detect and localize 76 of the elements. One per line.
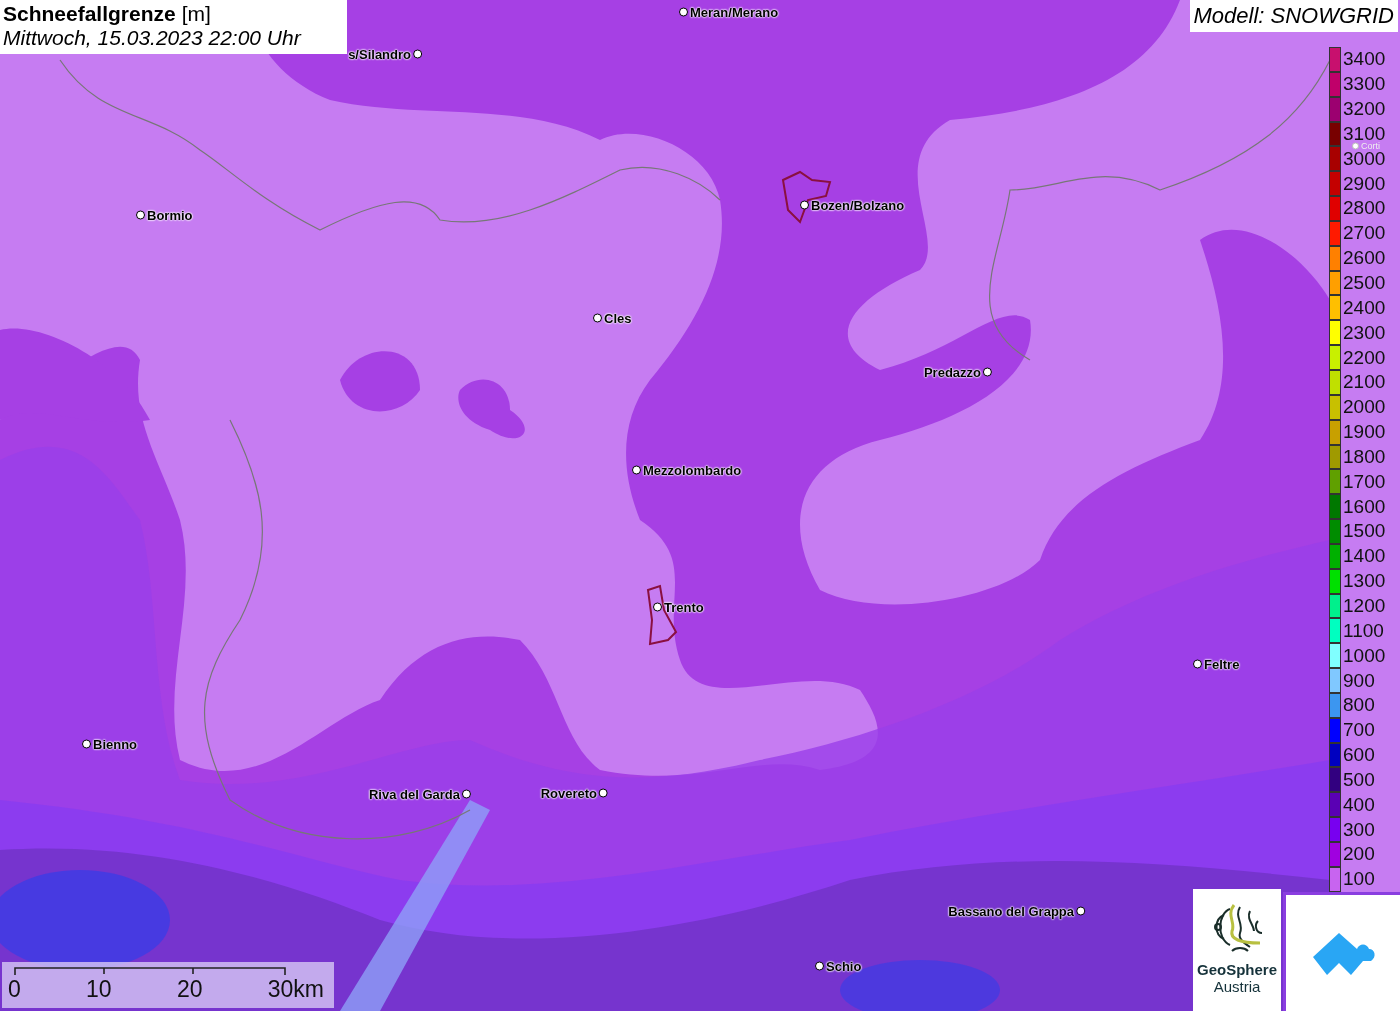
legend-label: 3300 — [1342, 77, 1386, 92]
location-dot-icon — [1193, 659, 1202, 669]
legend-label: 1600 — [1342, 499, 1386, 514]
scale-label: 10 — [86, 975, 112, 1003]
place-label: Corti — [1361, 141, 1380, 151]
logo-subtitle: Austria — [1213, 978, 1261, 995]
place-label: Schio — [826, 958, 862, 974]
location-dot-icon — [653, 602, 662, 612]
place-label: Cles — [604, 310, 632, 326]
legend-label: 1900 — [1342, 425, 1386, 440]
scale-label: 20 — [176, 975, 203, 1003]
legend-label: 1100 — [1342, 623, 1384, 638]
legend-label: 2000 — [1342, 400, 1386, 415]
legend-label: 1800 — [1342, 449, 1386, 464]
legend-label: 1500 — [1342, 524, 1386, 539]
legend-label: 200 — [1342, 847, 1375, 862]
model-label: Modell: SNOWGRID — [1189, 0, 1398, 32]
legend-label: 900 — [1342, 673, 1375, 688]
place-label: s/Silandro — [348, 46, 411, 62]
location-dot-icon — [413, 49, 422, 59]
location-dot-icon — [1352, 142, 1359, 150]
place-label: Riva del Garda — [368, 786, 460, 802]
location-dot-icon — [599, 788, 608, 798]
location-dot-icon — [593, 313, 602, 323]
date-time-label: Mittwoch, 15.03.2023 22:00 Uhr — [3, 26, 303, 50]
location-dot-icon — [462, 789, 471, 799]
location-dot-icon — [679, 7, 688, 17]
place-label: Predazzo — [923, 364, 981, 380]
place-label: Bozen/Bolzano — [811, 197, 905, 213]
location-dot-icon — [632, 465, 641, 475]
place-label: Rovereto — [540, 785, 597, 801]
location-dot-icon — [82, 739, 91, 749]
place-label: Trento — [664, 599, 704, 615]
scale-label: 0 — [8, 975, 21, 1003]
legend-label: 1000 — [1342, 648, 1386, 663]
roof-cloud-icon — [1311, 931, 1377, 977]
legend-label: 400 — [1342, 797, 1375, 812]
scale-ruler-icon — [14, 966, 286, 975]
place-label: Feltre — [1204, 656, 1240, 672]
legend-label: 2100 — [1342, 375, 1386, 390]
legend-label: 2400 — [1342, 300, 1386, 315]
place-label: Bassano del Grappa — [948, 903, 1074, 919]
place-label: Bormio — [147, 207, 193, 223]
legend-label: 300 — [1342, 822, 1375, 837]
legend-label: 3400 — [1342, 52, 1386, 67]
location-dot-icon — [983, 367, 992, 377]
legend-label: 700 — [1342, 723, 1375, 738]
scale-label: 30km — [267, 975, 324, 1003]
legend-label: 2300 — [1342, 325, 1386, 340]
place-label: Mezzolombardo — [643, 462, 742, 478]
legend-label: 3000 — [1342, 151, 1386, 166]
place-label: Meran/Merano — [690, 4, 779, 20]
legend-label: 600 — [1342, 748, 1375, 763]
legend-label: 2700 — [1342, 226, 1386, 241]
legend-label: 1200 — [1342, 599, 1386, 613]
location-dot-icon — [815, 961, 824, 971]
legend-label: 1300 — [1342, 574, 1386, 589]
location-dot-icon — [136, 210, 145, 220]
unit-label: [m] — [181, 2, 211, 26]
logo-name: GeoSphere — [1197, 961, 1277, 978]
location-dot-icon — [800, 200, 809, 210]
legend-label: 2800 — [1342, 201, 1386, 216]
legend-label: 2900 — [1342, 176, 1386, 191]
place-label: Bienno — [93, 736, 138, 752]
legend-label: 3200 — [1342, 102, 1386, 117]
legend-label: 2500 — [1342, 276, 1386, 290]
legend-label: 500 — [1342, 772, 1375, 787]
legend-label: 800 — [1342, 698, 1375, 713]
legend-label: 2600 — [1342, 251, 1386, 266]
legend-label: 1400 — [1342, 549, 1386, 564]
legend-label: 3100 — [1342, 126, 1386, 141]
legend-label: 1700 — [1342, 474, 1386, 489]
map-title: Schneefallgrenze — [3, 2, 176, 26]
legend-label: 2200 — [1342, 350, 1386, 365]
location-dot-icon — [1076, 906, 1085, 916]
legend-label: 100 — [1342, 872, 1375, 887]
